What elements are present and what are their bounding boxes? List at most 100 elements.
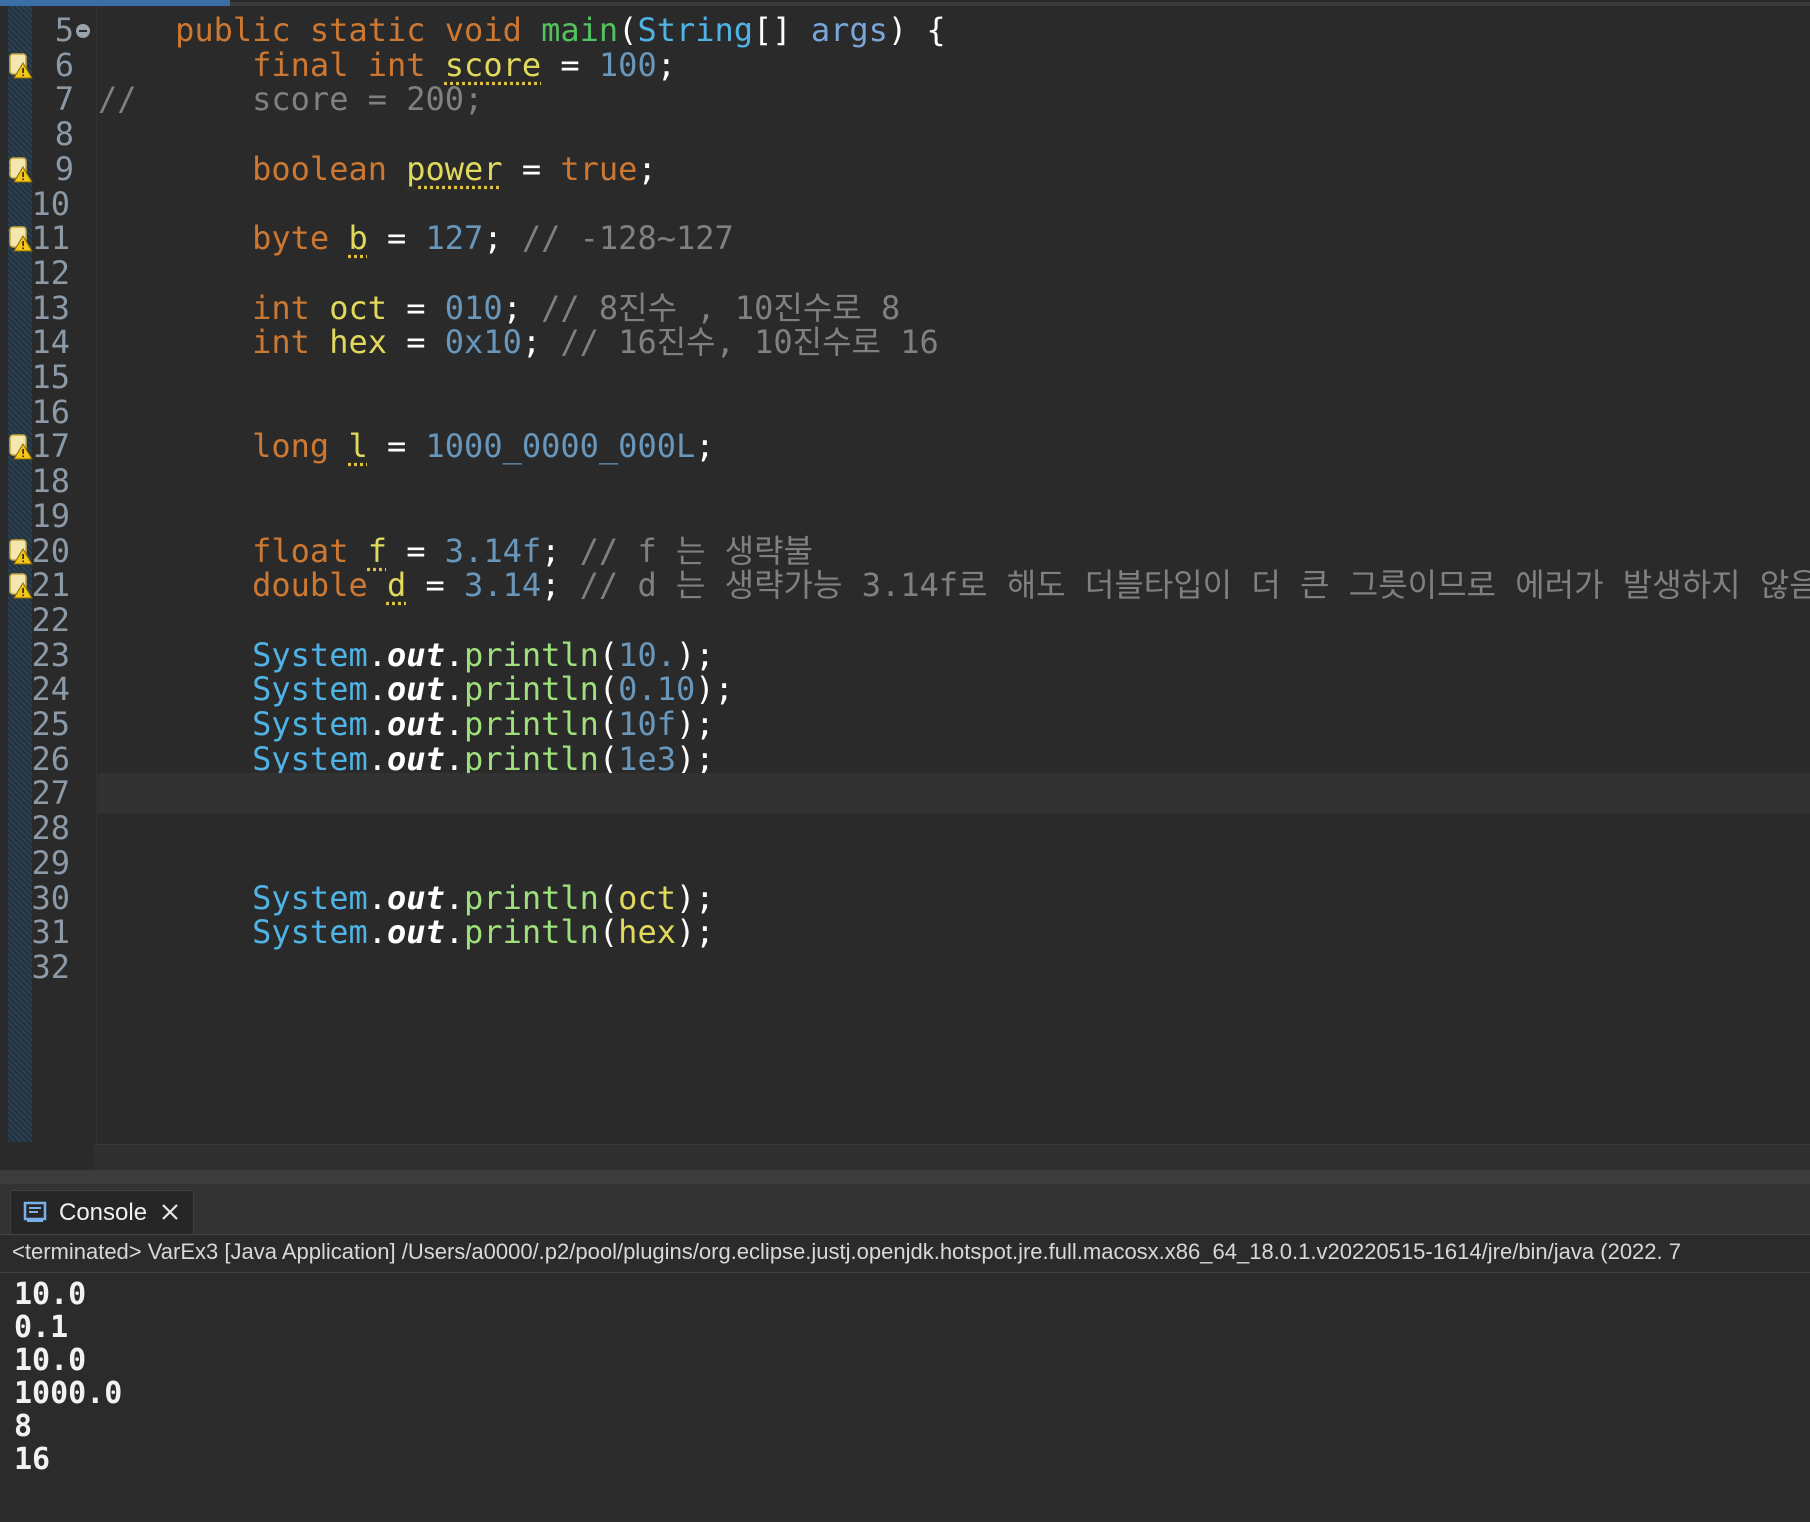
code-token: ) { bbox=[887, 11, 946, 49]
code-token: ; bbox=[502, 288, 542, 327]
code-token: ( bbox=[598, 670, 619, 709]
code-token: score bbox=[444, 45, 542, 84]
code-token: = bbox=[386, 288, 445, 327]
warning-icon[interactable] bbox=[9, 157, 33, 183]
tab-console[interactable]: Console bbox=[10, 1190, 194, 1234]
code-token: // d 는 생략가능 3.14f로 해도 더블타입이 더 큰 그릇이므로 에러… bbox=[579, 566, 1810, 605]
active-tab-indicator bbox=[0, 0, 230, 6]
code-token: . bbox=[444, 670, 465, 709]
code-token: f bbox=[367, 531, 387, 570]
code-token: 010 bbox=[444, 288, 503, 327]
code-token: ); bbox=[675, 878, 715, 917]
code-token: // 8진수 , 10진수로 8 bbox=[541, 288, 901, 327]
code-token: . bbox=[444, 878, 465, 917]
horizontal-scrollbar[interactable] bbox=[94, 1144, 1810, 1170]
code-token: public bbox=[175, 11, 310, 49]
panel-divider[interactable] bbox=[0, 1170, 1810, 1184]
code-token: . bbox=[367, 739, 387, 778]
code-token: out bbox=[386, 878, 445, 917]
code-token: power bbox=[406, 149, 503, 188]
code-token: . bbox=[444, 635, 465, 674]
code-token: 10f bbox=[618, 705, 676, 743]
code-token: 0.10 bbox=[618, 670, 696, 709]
code-token: 3.14f bbox=[444, 531, 542, 570]
fold-collapse-icon[interactable] bbox=[76, 24, 90, 38]
code-token: 100 bbox=[598, 45, 657, 84]
code-token: . bbox=[444, 705, 465, 743]
code-token: println bbox=[464, 705, 599, 743]
code-token: String bbox=[637, 11, 754, 49]
code-line[interactable]: 32 bbox=[0, 947, 1810, 987]
code-token: = bbox=[541, 45, 599, 84]
code-token: // 16진수, 10진수로 16 bbox=[560, 323, 939, 362]
code-editor[interactable]: 5 public static void main(String[] args)… bbox=[0, 0, 1810, 1170]
code-token: ( bbox=[598, 635, 619, 674]
code-token: out bbox=[386, 635, 445, 674]
code-token: b bbox=[348, 219, 368, 258]
code-token: . bbox=[367, 878, 387, 917]
code-token: ; bbox=[656, 45, 676, 84]
console-divider bbox=[0, 1272, 1810, 1273]
code-token: ( bbox=[618, 11, 638, 49]
code-token: ; bbox=[483, 219, 522, 258]
code-token: oct bbox=[618, 878, 676, 917]
code-token: . bbox=[367, 913, 387, 952]
code-token: l bbox=[348, 427, 368, 466]
code-token: 0x10 bbox=[444, 323, 522, 362]
code-token: println bbox=[464, 878, 599, 917]
code-token: 127 bbox=[425, 219, 484, 258]
scrollbar-corner bbox=[8, 1144, 94, 1170]
code-token: ( bbox=[598, 878, 619, 917]
code-token: ); bbox=[675, 913, 715, 952]
code-token: int bbox=[367, 45, 445, 84]
console-output-line: 16 bbox=[14, 1442, 51, 1477]
code-token: boolean bbox=[252, 149, 407, 188]
code-token: . bbox=[367, 670, 387, 709]
code-token: double bbox=[252, 566, 387, 605]
code-token: System bbox=[252, 670, 368, 709]
code-token: out bbox=[386, 705, 445, 743]
code-token: score = 200; bbox=[98, 80, 484, 119]
code-token: ; bbox=[541, 531, 580, 570]
close-icon[interactable] bbox=[159, 1201, 181, 1223]
code-token: . bbox=[367, 635, 387, 674]
code-token: System bbox=[252, 878, 368, 917]
code-token: ; bbox=[541, 566, 580, 605]
code-token: out bbox=[386, 913, 445, 952]
console-tab-label: Console bbox=[59, 1199, 148, 1226]
code-token: out bbox=[386, 670, 445, 709]
code-token: int bbox=[252, 288, 330, 327]
line-number: 32 bbox=[31, 947, 70, 986]
code-token: 10. bbox=[618, 635, 676, 674]
code-token: d bbox=[386, 566, 407, 605]
code-token: println bbox=[464, 670, 599, 709]
code-token: // -128~127 bbox=[521, 219, 734, 258]
code-token: . bbox=[444, 739, 465, 778]
console-panel: Console <terminated> VarEx3 [Java Applic… bbox=[0, 1184, 1810, 1522]
code-token: args bbox=[810, 11, 888, 49]
console-icon bbox=[23, 1201, 47, 1222]
code-token: hex bbox=[618, 913, 676, 952]
code-token: void bbox=[444, 11, 542, 49]
code-token: out bbox=[386, 739, 445, 778]
code-token: [] bbox=[753, 11, 811, 49]
code-token: ; bbox=[637, 149, 657, 188]
console-tab-bar: Console bbox=[0, 1184, 1810, 1235]
code-token: ( bbox=[598, 913, 619, 952]
code-token: int bbox=[252, 323, 330, 362]
warning-icon[interactable] bbox=[9, 52, 33, 79]
code-token: System bbox=[252, 913, 368, 952]
